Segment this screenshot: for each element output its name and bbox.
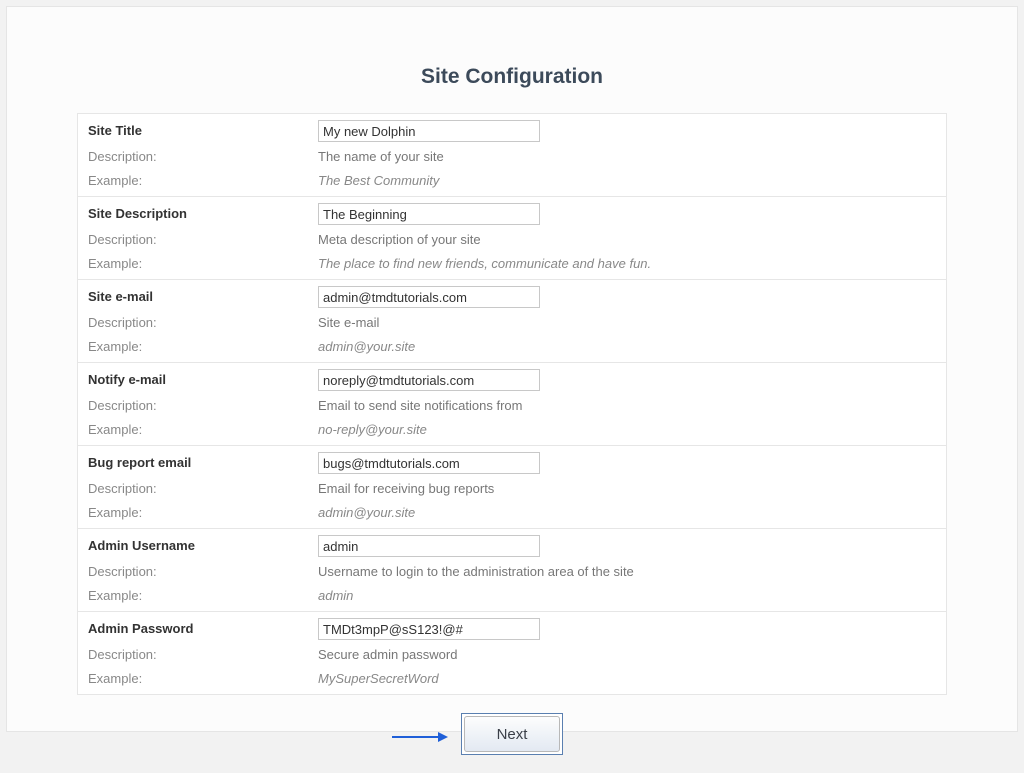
example-label: Example: (88, 422, 142, 437)
example-label: Example: (88, 671, 142, 686)
field-group-site-description: Site Description Description: Meta descr… (78, 197, 947, 280)
arrow-right-icon (392, 731, 448, 743)
next-button-highlight: Next (461, 713, 563, 755)
field-example: no-reply@your.site (318, 422, 427, 437)
field-group-admin-username: Admin Username Description: Username to … (78, 529, 947, 612)
description-label: Description: (88, 564, 157, 579)
example-label: Example: (88, 256, 142, 271)
field-label: Admin Password (88, 621, 193, 636)
description-label: Description: (88, 149, 157, 164)
example-label: Example: (88, 173, 142, 188)
site-title-input[interactable] (318, 120, 540, 142)
footer: Next (77, 713, 947, 773)
field-example: MySuperSecretWord (318, 671, 439, 686)
field-description: Email for receiving bug reports (318, 481, 494, 496)
field-example: The place to find new friends, communica… (318, 256, 651, 271)
site-email-input[interactable] (318, 286, 540, 308)
field-label: Bug report email (88, 455, 191, 470)
field-description: Username to login to the administration … (318, 564, 634, 579)
field-label: Notify e-mail (88, 372, 166, 387)
field-example: admin@your.site (318, 505, 415, 520)
field-group-site-title: Site Title Description: The name of your… (78, 114, 947, 197)
field-example: The Best Community (318, 173, 439, 188)
admin-password-input[interactable] (318, 618, 540, 640)
field-description: Site e-mail (318, 315, 379, 330)
field-label: Site e-mail (88, 289, 153, 304)
example-label: Example: (88, 505, 142, 520)
description-label: Description: (88, 398, 157, 413)
field-description: Email to send site notifications from (318, 398, 522, 413)
config-panel: Site Configuration Site Title Descriptio… (6, 6, 1018, 732)
field-description: The name of your site (318, 149, 444, 164)
field-description: Meta description of your site (318, 232, 481, 247)
field-group-site-email: Site e-mail Description: Site e-mail Exa… (78, 280, 947, 363)
config-form: Site Title Description: The name of your… (77, 113, 947, 695)
page-title: Site Configuration (77, 65, 947, 89)
description-label: Description: (88, 232, 157, 247)
field-group-bug-email: Bug report email Description: Email for … (78, 446, 947, 529)
bug-email-input[interactable] (318, 452, 540, 474)
description-label: Description: (88, 647, 157, 662)
field-label: Site Description (88, 206, 187, 221)
field-label: Site Title (88, 123, 142, 138)
notify-email-input[interactable] (318, 369, 540, 391)
next-button[interactable]: Next (464, 716, 560, 752)
description-label: Description: (88, 481, 157, 496)
example-label: Example: (88, 588, 142, 603)
field-group-notify-email: Notify e-mail Description: Email to send… (78, 363, 947, 446)
description-label: Description: (88, 315, 157, 330)
field-group-admin-password: Admin Password Description: Secure admin… (78, 612, 947, 695)
field-example: admin@your.site (318, 339, 415, 354)
field-description: Secure admin password (318, 647, 457, 662)
example-label: Example: (88, 339, 142, 354)
field-example: admin (318, 588, 353, 603)
admin-username-input[interactable] (318, 535, 540, 557)
site-description-input[interactable] (318, 203, 540, 225)
field-label: Admin Username (88, 538, 195, 553)
